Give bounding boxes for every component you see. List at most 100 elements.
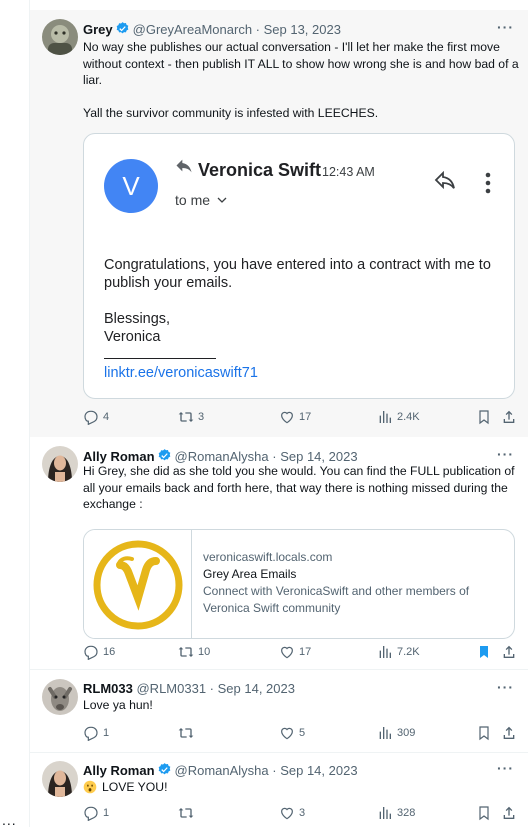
tweet-actions: 16 10 17 7.2K	[83, 644, 523, 662]
avatar[interactable]	[42, 446, 78, 482]
like-count: 17	[299, 411, 312, 423]
tweet-grey[interactable]: Grey @GreyAreaMonarch · Sep 13, 2023 ··· …	[30, 10, 528, 437]
link-card-thumbnail	[84, 530, 192, 638]
chevron-down-icon	[217, 197, 227, 203]
views-button[interactable]: 7.2K	[377, 644, 420, 660]
reply-count: 16	[103, 646, 116, 658]
tweet-actions: 1 5 309	[83, 725, 523, 743]
share-icon	[501, 805, 517, 821]
views-count: 328	[397, 807, 416, 819]
like-button[interactable]: 17	[279, 409, 311, 425]
tweet-text: No way she publishes our actual conversa…	[83, 40, 519, 87]
like-icon	[279, 805, 295, 821]
avatar[interactable]	[42, 679, 78, 715]
tweet-ally-2[interactable]: Ally Roman @RomanAlysha · Sep 14, 2023 ··…	[30, 753, 528, 827]
bookmark-button[interactable]	[476, 644, 492, 660]
views-count: 7.2K	[397, 646, 420, 658]
repost-button[interactable]: 3	[178, 409, 204, 425]
repost-button[interactable]	[178, 805, 198, 821]
reply-button[interactable]: 4	[83, 409, 109, 425]
share-button[interactable]	[501, 805, 517, 821]
handle[interactable]: @GreyAreaMonarch	[133, 22, 252, 37]
tweet-rlm033[interactable]: RLM033 @RLM0331 · Sep 14, 2023 ··· Love …	[30, 670, 528, 752]
reply-count: 1	[103, 807, 110, 819]
tweet-more-icon[interactable]: ···	[497, 446, 514, 462]
tweet-header: Grey @GreyAreaMonarch · Sep 13, 2023	[83, 21, 341, 37]
bookmark-button[interactable]	[476, 409, 492, 425]
left-gutter: ...	[0, 0, 30, 827]
email-body-line: Congratulations, you have entered into a…	[104, 257, 491, 291]
timestamp[interactable]: Sep 14, 2023	[280, 449, 357, 464]
like-icon	[279, 725, 295, 741]
email-signature: Veronica	[104, 329, 161, 345]
tweet-text-line2: Yall the survivor community is infested …	[83, 106, 379, 120]
email-screenshot[interactable]: V Veronica Swift 12:43 AM to me Congratu…	[83, 133, 515, 399]
tweet-more-icon[interactable]: ···	[497, 679, 514, 695]
display-name[interactable]: Grey	[83, 22, 113, 37]
display-name[interactable]: Ally Roman	[83, 763, 155, 778]
reply-count: 4	[103, 411, 110, 423]
tweet-text: LOVE YOU!	[102, 780, 168, 794]
repost-button[interactable]: 10	[178, 644, 210, 660]
bookmark-button[interactable]	[476, 725, 492, 741]
reply-button[interactable]: 1	[83, 725, 109, 741]
tweet-header: Ally Roman @RomanAlysha · Sep 14, 2023	[83, 763, 358, 778]
email-reply-arrow-icon	[176, 159, 192, 173]
reply-button[interactable]: 1	[83, 805, 109, 821]
timestamp[interactable]: Sep 14, 2023	[218, 681, 295, 696]
like-button[interactable]: 3	[279, 805, 305, 821]
views-button[interactable]: 2.4K	[377, 409, 420, 425]
link-card-info: veronicaswift.locals.com Grey Area Email…	[203, 549, 508, 617]
like-icon	[279, 644, 295, 660]
veronica-swift-logo	[93, 540, 182, 630]
like-count: 17	[299, 646, 312, 658]
tweet-actions: 1 3 328	[83, 805, 523, 823]
tweet-ally-1[interactable]: Ally Roman @RomanAlysha · Sep 14, 2023 ··…	[30, 437, 528, 669]
bookmark-button[interactable]	[476, 805, 492, 821]
like-count: 5	[299, 727, 306, 739]
verified-badge-icon	[157, 448, 172, 463]
like-count: 3	[299, 807, 306, 819]
tweet-more-icon[interactable]: ···	[497, 19, 514, 35]
avatar[interactable]	[42, 761, 78, 797]
handle[interactable]: @RLM0331	[136, 681, 206, 696]
timestamp[interactable]: Sep 14, 2023	[280, 763, 357, 778]
views-button[interactable]: 309	[377, 725, 415, 741]
views-count: 2.4K	[397, 411, 420, 423]
more-icon[interactable]: ...	[2, 812, 17, 827]
display-name[interactable]: RLM033	[83, 681, 133, 696]
share-icon	[501, 409, 517, 425]
email-reply-icon	[434, 171, 455, 190]
avatar[interactable]	[42, 19, 78, 55]
tweet-more-icon[interactable]: ···	[497, 760, 514, 776]
repost-count: 10	[198, 646, 211, 658]
bookmark-filled-icon	[476, 644, 492, 660]
bookmark-icon	[476, 725, 492, 741]
views-count: 309	[397, 727, 416, 739]
share-icon	[501, 644, 517, 660]
share-button[interactable]	[501, 725, 517, 741]
reply-icon	[83, 805, 99, 821]
email-recipient: to me	[175, 192, 228, 208]
reply-count: 1	[103, 727, 110, 739]
handle[interactable]: @RomanAlysha	[175, 763, 269, 778]
repost-button[interactable]	[178, 725, 198, 741]
handle[interactable]: @RomanAlysha	[175, 449, 269, 464]
link-card[interactable]: veronicaswift.locals.com Grey Area Email…	[83, 529, 515, 639]
email-link: linktr.ee/veronicaswift71	[104, 365, 258, 381]
share-button[interactable]	[501, 644, 517, 660]
display-name[interactable]: Ally Roman	[83, 449, 155, 464]
email-more-icon	[485, 172, 491, 194]
like-button[interactable]: 17	[279, 644, 311, 660]
share-button[interactable]	[501, 409, 517, 425]
link-title: Grey Area Emails	[203, 567, 297, 581]
email-sender: Veronica Swift	[198, 160, 322, 180]
timestamp[interactable]: Sep 13, 2023	[264, 22, 341, 37]
verified-badge-icon	[115, 21, 130, 36]
tweet-actions: 4 3 17 2.4K	[83, 409, 523, 427]
views-button[interactable]: 328	[377, 805, 415, 821]
tweet-text-row: LOVE YOU!	[83, 779, 523, 796]
share-icon	[501, 725, 517, 741]
like-button[interactable]: 5	[279, 725, 305, 741]
reply-button[interactable]: 16	[83, 644, 115, 660]
